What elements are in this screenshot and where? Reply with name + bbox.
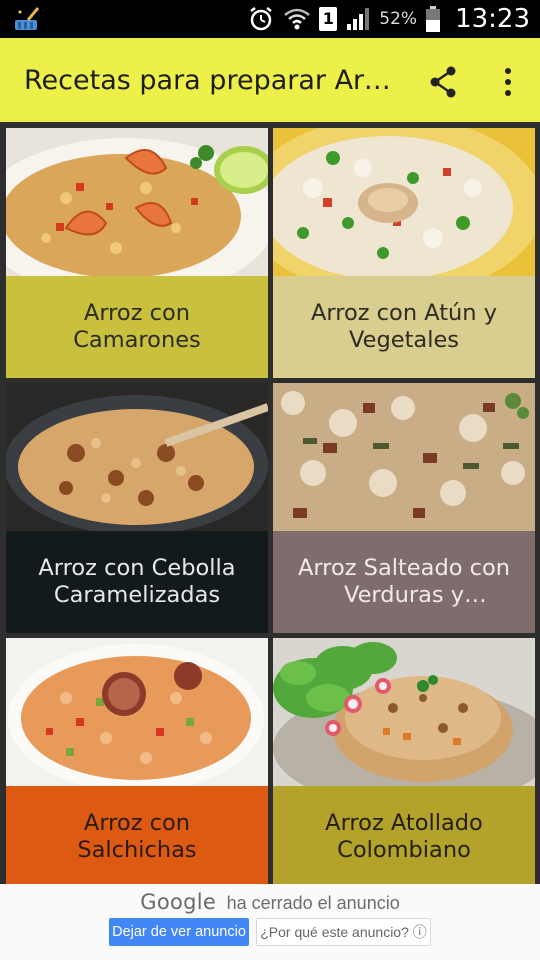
recipe-photo bbox=[6, 638, 268, 786]
recipe-title: Arroz Salteado con Verduras y Champiñone… bbox=[297, 555, 511, 608]
wifi-icon bbox=[284, 8, 311, 30]
sim-icon: 1 bbox=[319, 7, 338, 31]
recipe-card[interactable]: Arroz Salteado con Verduras y Champiñone… bbox=[273, 383, 535, 633]
recipe-photo bbox=[6, 383, 268, 531]
recipe-card[interactable]: Arroz con Salchichas bbox=[6, 638, 268, 884]
ad-closed-message: Google ha cerrado el anuncio bbox=[0, 890, 540, 914]
share-icon[interactable] bbox=[424, 62, 464, 102]
ad-closed-text: ha cerrado el anuncio bbox=[226, 893, 400, 913]
signal-icon bbox=[347, 8, 370, 30]
app-bar: Recetas para preparar Arroz bbox=[0, 38, 540, 122]
recipe-label: Arroz con Camarones bbox=[6, 276, 268, 378]
recipe-title: Arroz con Cebolla Caramelizadas bbox=[38, 555, 236, 608]
recipe-label: Arroz con Salchichas bbox=[6, 786, 268, 884]
more-vert-icon[interactable] bbox=[488, 62, 528, 102]
recipe-title: Arroz con Camarones bbox=[73, 300, 201, 353]
recipe-card[interactable]: Arroz Atollado Colombiano bbox=[273, 638, 535, 884]
app-title: Recetas para preparar Arroz bbox=[24, 65, 394, 96]
recipe-label: Arroz Atollado Colombiano bbox=[273, 786, 535, 884]
recipe-label: Arroz con Cebolla Caramelizadas bbox=[6, 531, 268, 633]
recipe-photo bbox=[273, 383, 535, 531]
recipe-title: Arroz con Salchichas bbox=[77, 810, 197, 863]
recipe-label: Arroz con Atún y Vegetales bbox=[273, 276, 535, 378]
why-this-ad-button[interactable]: ¿Por qué este anuncio? ⓘ bbox=[256, 918, 431, 946]
recipe-photo bbox=[6, 128, 268, 276]
ad-banner: Google ha cerrado el anuncio Dejar de ve… bbox=[0, 884, 540, 960]
status-bar: 1 52% 13:23 bbox=[0, 0, 540, 38]
battery-icon bbox=[426, 6, 441, 32]
recipe-photo bbox=[273, 638, 535, 786]
recipe-photo bbox=[273, 128, 535, 276]
broom-icon bbox=[12, 6, 42, 32]
stop-seeing-ad-button[interactable]: Dejar de ver anuncio bbox=[109, 918, 249, 946]
recipe-card[interactable]: Arroz con Cebolla Caramelizadas bbox=[6, 383, 268, 633]
recipe-grid: Arroz con Camarones Arroz con Atún y Veg… bbox=[0, 122, 540, 884]
google-logo: Google bbox=[140, 890, 217, 914]
clock: 13:23 bbox=[455, 4, 530, 34]
recipe-title: Arroz Atollado Colombiano bbox=[325, 810, 483, 863]
recipe-card[interactable]: Arroz con Atún y Vegetales bbox=[273, 128, 535, 378]
battery-percent: 52% bbox=[379, 9, 418, 29]
recipe-label: Arroz Salteado con Verduras y Champiñone… bbox=[273, 531, 535, 633]
recipe-title: Arroz con Atún y Vegetales bbox=[310, 300, 498, 353]
recipe-card[interactable]: Arroz con Camarones bbox=[6, 128, 268, 378]
alarm-icon bbox=[250, 7, 273, 31]
